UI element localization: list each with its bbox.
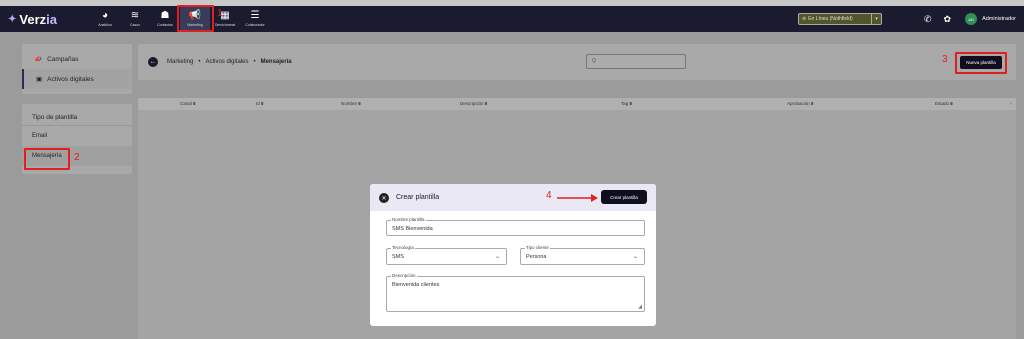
modal-header: ✕ Crear plantilla Crear plantilla bbox=[370, 184, 656, 211]
column-label: Estado bbox=[935, 101, 950, 106]
status-select[interactable]: ⊘ En Línea (Nothfield) ▾ bbox=[797, 13, 882, 25]
chevron-right-icon[interactable]: › bbox=[1010, 101, 1012, 106]
breadcrumb-item[interactable]: Marketing bbox=[167, 59, 193, 65]
nav-item-omnichannel[interactable]: ▦ Omnichannel bbox=[210, 6, 240, 32]
column-nombre[interactable]: Nombre ⩩ bbox=[341, 101, 361, 106]
settings-icon[interactable]: ✿ bbox=[944, 14, 952, 25]
nav-label: Colaborador bbox=[245, 23, 265, 27]
field-value: SMS bbox=[392, 254, 404, 260]
chart-icon: ◕ bbox=[101, 10, 109, 21]
sidebar-item-label: Activos digitales bbox=[47, 75, 94, 83]
modal-title: Crear plantilla bbox=[396, 194, 440, 201]
close-icon: ✕ bbox=[381, 195, 387, 202]
description-textarea[interactable]: Descripción Bienvenida clientes ◢ bbox=[386, 273, 645, 312]
annotation-arrow-icon bbox=[557, 194, 598, 202]
list-icon: ☰ bbox=[250, 10, 260, 21]
status-label: En Línea (Nothfield) bbox=[808, 16, 853, 22]
template-type-heading: Tipo de plantilla bbox=[22, 104, 132, 126]
column-label: Descripción bbox=[460, 101, 484, 106]
technology-select[interactable]: Tecnología SMS ⌄ bbox=[386, 245, 507, 265]
search-input[interactable]: Q bbox=[586, 54, 686, 69]
sidebar-item-campanas[interactable]: 📣 Campañas bbox=[22, 49, 132, 69]
chevron-down-icon: ⌄ bbox=[632, 254, 638, 260]
arrow-left-icon: ← bbox=[150, 59, 156, 65]
field-label: Tipo cliente bbox=[525, 245, 550, 250]
phone-icon[interactable]: ✆ bbox=[924, 14, 932, 25]
megaphone-icon: 📣 bbox=[34, 56, 43, 63]
annotation-box-1 bbox=[177, 5, 214, 32]
column-label: Canal bbox=[180, 101, 192, 106]
top-navbar: ✦ Verzia ◕ Analítica ≋ Casos ☗ Contactos… bbox=[0, 6, 1024, 32]
create-template-button[interactable]: Crear plantilla bbox=[601, 190, 647, 204]
table-header: Canal ⩩ Id ⩩ Nombre ⩩ Descripción ⩩ Tag … bbox=[138, 98, 1016, 110]
annotation-number-3: 3 bbox=[942, 54, 948, 65]
field-label: Tecnología bbox=[391, 245, 415, 250]
nav-label: Analítica bbox=[98, 23, 112, 27]
field-value: SMS Bienvenida bbox=[392, 226, 433, 232]
create-template-modal: ✕ Crear plantilla Crear plantilla Nombre… bbox=[370, 184, 656, 326]
sidebar-menu: 📣 Campañas ▣ Activos digitales bbox=[22, 44, 132, 94]
nav-label: Omnichannel bbox=[214, 23, 236, 27]
breadcrumb: Marketing • Activos digitales • Mensajer… bbox=[167, 59, 292, 65]
template-type-email[interactable]: Email bbox=[22, 126, 132, 146]
column-id[interactable]: Id ⩩ bbox=[256, 101, 263, 106]
column-label: Aprobación bbox=[787, 101, 810, 106]
sidebar-item-activos-digitales[interactable]: ▣ Activos digitales bbox=[22, 69, 132, 89]
logo-mark-icon: ✦ bbox=[8, 13, 17, 25]
nav-label: Casos bbox=[130, 23, 140, 27]
close-button[interactable]: ✕ bbox=[379, 193, 389, 203]
column-label: Nombre bbox=[341, 101, 358, 106]
annotation-number-1: 1 bbox=[217, 8, 223, 19]
annotation-box-3 bbox=[955, 52, 1007, 74]
app-logo[interactable]: ✦ Verzia bbox=[8, 12, 68, 27]
nav-item-colaborador[interactable]: ☰ Colaborador bbox=[240, 6, 270, 32]
field-label: Descripción bbox=[391, 273, 417, 278]
client-type-select[interactable]: Tipo cliente Persona ⌄ bbox=[520, 245, 645, 265]
folder-icon: ▣ bbox=[36, 76, 43, 83]
annotation-box-2 bbox=[24, 148, 70, 170]
nav-item-contactos[interactable]: ☗ Contactos bbox=[150, 6, 180, 32]
nav-label: Contactos bbox=[157, 23, 173, 27]
page-header: ← Marketing • Activos digitales • Mensaj… bbox=[138, 44, 1016, 80]
column-aprobacion[interactable]: Aprobación ⩩ bbox=[787, 101, 813, 106]
layers-icon: ≋ bbox=[130, 10, 140, 21]
column-descripcion[interactable]: Descripción ⩩ bbox=[460, 101, 487, 106]
breadcrumb-separator: • bbox=[253, 59, 256, 65]
breadcrumb-item[interactable]: Activos digitales bbox=[205, 59, 248, 65]
avatar[interactable]: AD bbox=[965, 13, 978, 25]
column-label: Tag bbox=[621, 101, 629, 106]
nav-item-casos[interactable]: ≋ Casos bbox=[120, 6, 150, 32]
field-label: Nombre plantilla bbox=[391, 217, 426, 222]
column-tag[interactable]: Tag ⩩ bbox=[621, 101, 632, 106]
breadcrumb-separator: • bbox=[198, 59, 201, 65]
field-value: Persona bbox=[526, 254, 547, 260]
annotation-number-4: 4 bbox=[546, 190, 552, 201]
chevron-down-icon: ▾ bbox=[870, 14, 881, 24]
template-name-field[interactable]: Nombre plantilla SMS Bienvenida bbox=[386, 217, 645, 236]
breadcrumb-current: Mensajería bbox=[260, 59, 292, 65]
column-label: Id bbox=[256, 101, 260, 106]
annotation-number-2: 2 bbox=[74, 152, 80, 163]
back-button[interactable]: ← bbox=[148, 57, 158, 67]
sidebar-item-label: Campañas bbox=[47, 55, 79, 63]
user-name[interactable]: Administrador bbox=[982, 16, 1016, 22]
status-icon: ⊘ bbox=[801, 16, 807, 22]
contacts-icon: ☗ bbox=[160, 10, 170, 21]
resize-handle-icon[interactable]: ◢ bbox=[638, 304, 642, 310]
column-canal[interactable]: Canal ⩩ bbox=[180, 101, 195, 106]
field-value: Bienvenida clientes bbox=[392, 282, 440, 288]
column-estado[interactable]: Estado ⩩ bbox=[935, 101, 953, 106]
logo-text: Verzia bbox=[19, 11, 57, 27]
chevron-down-icon: ⌄ bbox=[494, 254, 500, 260]
nav-item-analitica[interactable]: ◕ Analítica bbox=[90, 6, 120, 32]
